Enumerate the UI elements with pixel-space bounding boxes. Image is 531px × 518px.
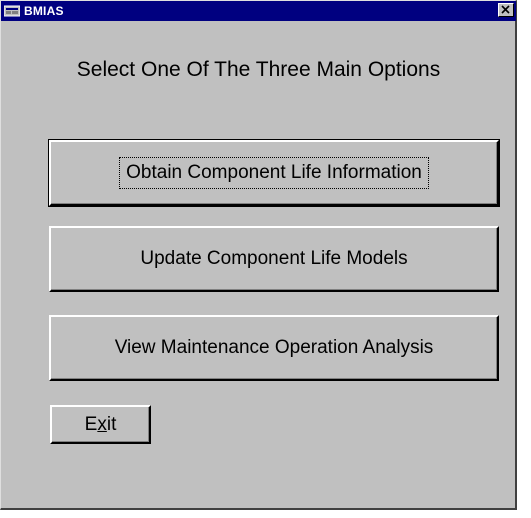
page-heading: Select One Of The Three Main Options bbox=[76, 58, 441, 81]
app-icon bbox=[3, 4, 21, 18]
view-maintenance-analysis-label: View Maintenance Operation Analysis bbox=[114, 337, 434, 358]
title-bar[interactable]: BMIAS bbox=[1, 1, 516, 21]
close-button[interactable] bbox=[498, 3, 514, 17]
obtain-component-life-label: Obtain Component Life Information bbox=[119, 157, 429, 189]
window-title: BMIAS bbox=[24, 4, 64, 18]
exit-label: Exit bbox=[85, 414, 117, 436]
exit-label-suffix: it bbox=[106, 413, 117, 435]
main-window: BMIAS Select One Of The Three Main Optio… bbox=[0, 0, 517, 510]
view-maintenance-analysis-button[interactable]: View Maintenance Operation Analysis bbox=[49, 315, 499, 381]
update-component-life-models-label: Update Component Life Models bbox=[140, 248, 408, 269]
obtain-component-life-button[interactable]: Obtain Component Life Information bbox=[48, 139, 500, 207]
close-icon bbox=[501, 5, 510, 14]
exit-button[interactable]: Exit bbox=[50, 405, 151, 444]
exit-label-prefix: E bbox=[84, 413, 98, 435]
exit-label-accelerator: x bbox=[97, 413, 107, 435]
update-component-life-models-button[interactable]: Update Component Life Models bbox=[49, 226, 499, 292]
